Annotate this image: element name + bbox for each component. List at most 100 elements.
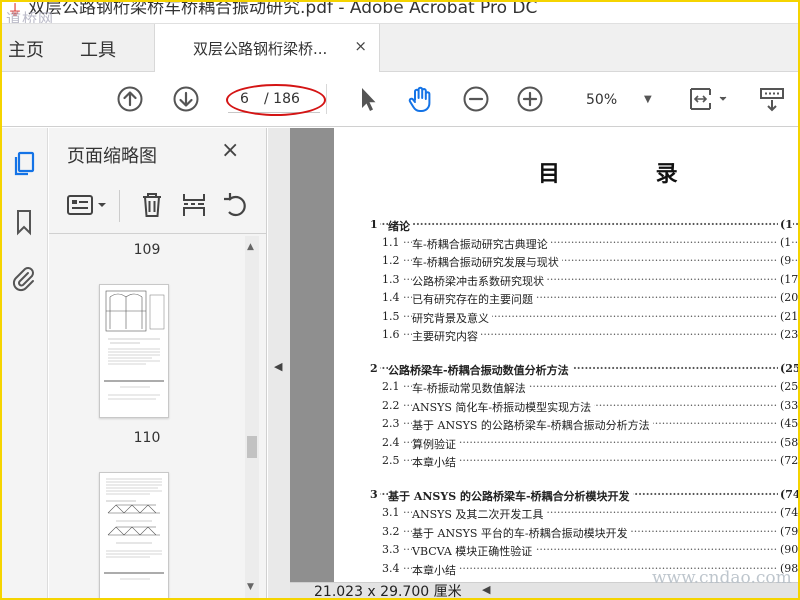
close-tab-icon[interactable]: × [354,37,367,55]
main-toolbar: 6 / 186 50% ▼ [2,72,798,127]
toc-entry-title: 研究背景及意义 [412,310,492,326]
prev-page-icon[interactable] [116,85,144,113]
tools-menu[interactable]: 工具 [80,36,116,62]
toc-entry-number: 3.1 [382,506,402,519]
document-view[interactable]: 目 录 ····································… [290,128,800,598]
toc-section-entry[interactable]: ········································… [382,380,800,396]
toc-entry-page: (45 [778,417,799,430]
home-menu[interactable]: 主页 [8,36,44,62]
toc-section-entry[interactable]: ········································… [382,310,800,326]
scroll-mode-icon[interactable] [758,85,786,113]
toc-section-entry[interactable]: ········································… [382,399,800,415]
toc-entry-number: 2.5 [382,454,402,467]
toc-entry-number: 3.2 [382,525,402,538]
toc-entry-number: 1.1 [382,236,402,249]
rotate-page-icon[interactable] [221,190,251,220]
scrollbar-thumb[interactable] [247,436,257,458]
toc-entry-page: (74 [778,488,800,501]
toc-entry-title: 车-桥振动常见数值解法 [412,380,529,396]
toc-entry-title: 车-桥耦合振动研究古典理论 [412,236,551,252]
toc-title: 目 录 [538,162,722,187]
toc-entry-number: 1 [370,218,380,231]
toc-entry-title: VBCVA 模块正确性验证 [412,543,536,559]
bookmarks-icon[interactable] [10,208,38,236]
watermark-url: www.cndao.com [652,568,792,588]
select-arrow-icon[interactable] [354,85,382,113]
toc-entry-number: 2.1 [382,380,402,393]
zoom-out-icon[interactable] [462,85,490,113]
toc-chapter-entry[interactable]: ········································… [370,488,800,504]
panel-collapse-strip[interactable]: ◀ [268,128,290,598]
toc-entry-title: ANSYS 及其二次开发工具 [412,506,547,522]
toc-leader-dots: ········································… [370,218,800,231]
toc-section-entry[interactable]: ········································… [382,506,800,522]
toc-section-entry[interactable]: ········································… [382,236,800,252]
red-highlight-oval [226,84,326,116]
thumbnail-options-icon[interactable] [65,190,111,220]
toc-entry-page: (58 [778,436,799,449]
close-panel-icon[interactable]: × [221,138,239,163]
toc-entry-page: (20 [778,291,799,304]
scroll-down-icon[interactable]: ▼ [247,582,254,592]
hand-tool-icon[interactable] [406,85,434,113]
page-thumbnail[interactable] [99,472,169,598]
toc-entry-title: 本章小结 [412,562,459,578]
toc-entry-title: 公路桥梁车-桥耦合振动数值分析方法 [388,362,572,378]
attachments-icon[interactable] [10,264,38,292]
toc-chapter-entry[interactable]: ········································… [370,362,800,378]
fit-page-icon[interactable] [688,85,730,113]
zoom-dropdown[interactable]: 50% ▼ [578,90,658,112]
title-bar: ⏚ 双层公路钢桁梁桥车桥耦合振动研究.pdf - Adobe Acrobat P… [2,0,798,24]
toc-entry-page: (9 [778,254,792,267]
toc-entry-page: (21 [778,310,799,323]
toc-entry-number: 3.3 [382,543,402,556]
toc-chapter-entry[interactable]: ········································… [370,218,800,234]
next-page-icon[interactable] [172,85,200,113]
toc-entry-number: 2 [370,362,380,375]
collapse-arrow-icon[interactable]: ◀ [274,360,282,373]
toc-entry-page: (1 [778,218,793,231]
toc-entry-number: 1.4 [382,291,402,304]
page-dimensions: 21.023 x 29.700 厘米 [314,584,462,600]
zoom-in-icon[interactable] [516,85,544,113]
scroll-up-icon[interactable]: ▲ [247,242,254,252]
toc-section-entry[interactable]: ········································… [382,254,800,270]
panel-toolbar-divider [119,190,120,222]
toolbar-divider [326,84,327,114]
thumbnail-list: 109 110 [49,236,245,598]
toc-entry-title: 公路桥梁冲击系数研究现状 [412,273,547,289]
page-thumbnails-icon[interactable] [10,150,38,178]
toc-section-entry[interactable]: ········································… [382,436,800,452]
toc-entry-title: 已有研究存在的主要问题 [412,291,536,307]
toc-section-entry[interactable]: ········································… [382,543,800,559]
scroll-left-icon[interactable]: ◀ [482,583,490,596]
navigation-rail [2,128,48,598]
zoom-value: 50% [586,92,618,108]
toc-entry-title: 绪论 [388,218,413,234]
watermark-logo: 道桥网 [6,10,55,24]
toc-section-entry[interactable]: ········································… [382,525,800,541]
toc-entry-number: 1.5 [382,310,402,323]
document-tab[interactable]: 双层公路钢桁梁桥... × [154,24,380,72]
toc-entry-number: 1.2 [382,254,402,267]
toc-section-entry[interactable]: ········································… [382,328,800,344]
toc-entry-page: (90 [778,543,799,556]
toc-section-entry[interactable]: ········································… [382,273,800,289]
toc-section-entry[interactable]: ········································… [382,454,800,470]
window-title: 双层公路钢桁梁桥车桥耦合振动研究.pdf - Adobe Acrobat Pro… [28,0,538,18]
toc-entry-page: (25 [778,362,800,375]
thumbnail-scrollbar[interactable]: ▲ ▼ [245,236,259,598]
toc-section-entry[interactable]: ········································… [382,417,800,433]
thumbnail-panel: 页面缩略图 × 109 110 ▲ ▼ [49,128,267,598]
extract-page-icon[interactable] [179,190,209,220]
document-page: 目 录 ····································… [334,128,800,583]
page-thumbnail[interactable] [99,284,169,418]
toc-entry-number: 1.3 [382,273,402,286]
chevron-down-icon: ▼ [644,94,652,105]
toc-entry-page: (17 [778,273,799,286]
toc-entry-number: 2.2 [382,399,402,412]
toc-entry-title: 基于 ANSYS 的公路桥梁车-桥耦合振动分析方法 [412,417,653,433]
toc-section-entry[interactable]: ········································… [382,291,800,307]
delete-page-icon[interactable] [137,190,167,220]
panel-toolbar [49,178,266,234]
